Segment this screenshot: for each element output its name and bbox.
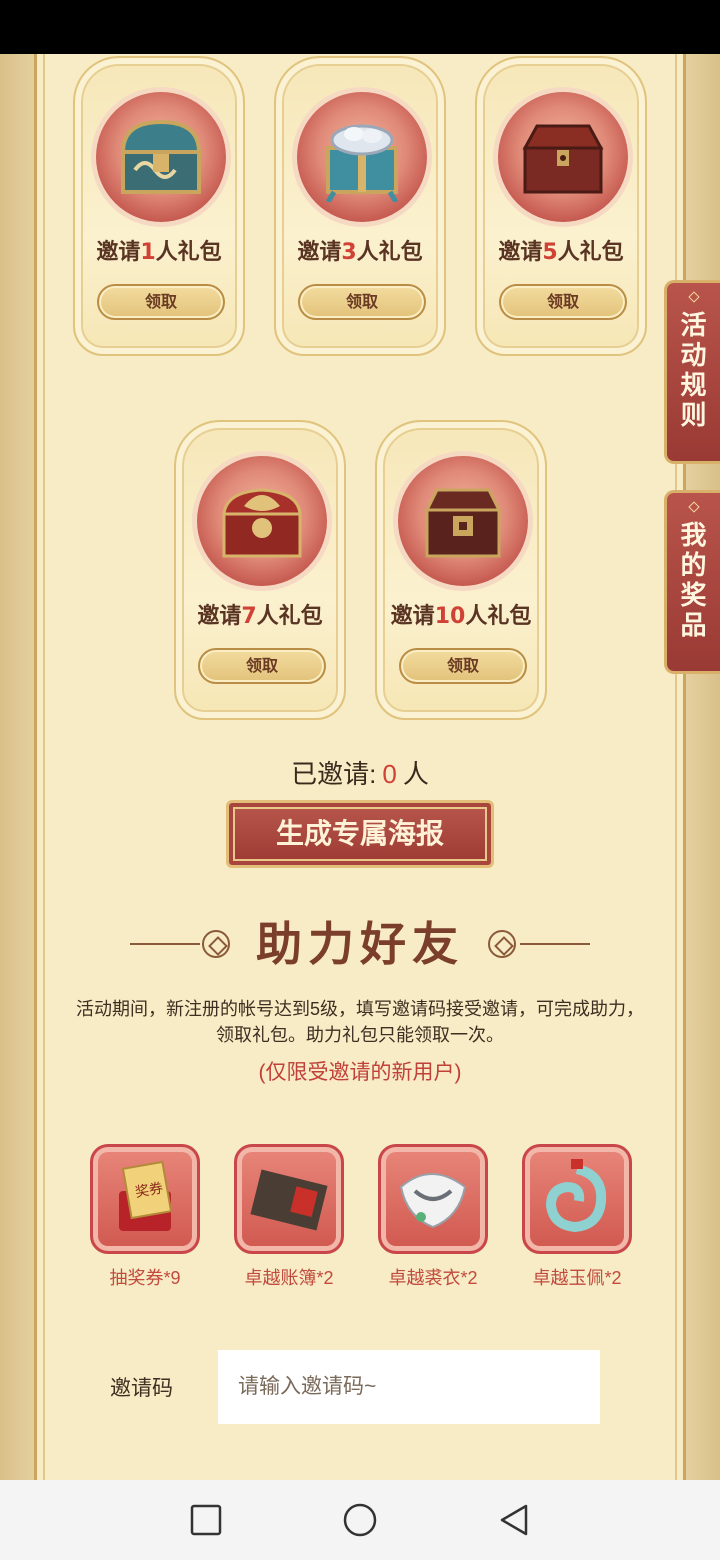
invited-unit: 人 — [402, 759, 429, 789]
my-prizes-label: 我的奖品 — [680, 521, 707, 641]
gift-label: 邀请3人礼包 — [297, 240, 423, 265]
gift-medal — [96, 92, 226, 222]
invite-code-input[interactable] — [218, 1350, 600, 1424]
reward-label: 卓越裘衣*2 — [388, 1268, 478, 1288]
section-header: 助力好友 — [0, 914, 720, 974]
gift-label: 邀请5人礼包 — [498, 240, 624, 265]
ledger-book-icon — [250, 1169, 328, 1231]
invited-count: 0 — [382, 759, 397, 789]
reward-label: 卓越玉佩*2 — [532, 1268, 622, 1288]
ornament-icon — [488, 930, 516, 958]
gift-medal — [197, 456, 327, 586]
invite-code-label: 邀请码 — [110, 1377, 173, 1400]
diamond-icon — [687, 291, 700, 303]
activity-page[interactable]: 邀请1人礼包 领取 邀请3人礼包 领取 邀请5人礼包 领取 邀请7人礼包 领取 … — [0, 54, 720, 1480]
reward-label: 抽奖券*9 — [109, 1268, 181, 1288]
gift-medal — [498, 92, 628, 222]
silver-gift-chest-icon — [325, 124, 399, 202]
gift-card-5: 邀请5人礼包 领取 — [475, 56, 647, 356]
reward-item — [234, 1144, 344, 1254]
gift-card-10: 邀请10人礼包 领取 — [375, 420, 547, 720]
lottery-ticket-icon: 奖券 — [119, 1160, 173, 1231]
section-description: 活动期间，新注册的帐号达到5级，填写邀请码接受邀请，可完成助力，领取礼包。助力礼… — [75, 999, 644, 1045]
my-prizes-tab[interactable]: 我的奖品 — [664, 490, 720, 674]
gift-medal — [398, 456, 528, 586]
reward-item — [522, 1144, 632, 1254]
section-note: (仅限受邀请的新用户) — [258, 1061, 462, 1084]
claim-button[interactable]: 领取 — [198, 648, 326, 684]
back-icon[interactable] — [494, 1500, 534, 1540]
gift-medal — [297, 92, 427, 222]
fur-coat-icon — [399, 1173, 467, 1229]
generate-poster-button[interactable]: 生成专属海报 — [226, 800, 494, 868]
gift-card-1: 邀请1人礼包 领取 — [73, 56, 245, 356]
claim-button[interactable]: 领取 — [399, 648, 527, 684]
title-line-left — [130, 943, 200, 945]
status-bar — [0, 0, 720, 54]
gift-label: 邀请7人礼包 — [197, 604, 323, 629]
navigation-bar — [0, 1480, 720, 1560]
gift-card-3: 邀请3人礼包 领取 — [274, 56, 446, 356]
claim-button[interactable]: 领取 — [298, 284, 426, 320]
dragon-chest-icon — [222, 488, 302, 558]
gift-label: 邀请10人礼包 — [390, 604, 532, 629]
section-title: 助力好友 — [256, 917, 464, 971]
wooden-chest-icon — [424, 488, 502, 558]
title-line-right — [520, 943, 590, 945]
ornament-icon — [202, 930, 230, 958]
claim-button[interactable]: 领取 — [499, 284, 627, 320]
activity-rules-tab[interactable]: 活动规则 — [664, 280, 720, 464]
activity-rules-label: 活动规则 — [680, 311, 707, 431]
gift-card-7: 邀请7人礼包 领取 — [174, 420, 346, 720]
gift-label: 邀请1人礼包 — [96, 240, 222, 265]
diamond-icon — [687, 501, 700, 513]
reward-item: 奖券 — [90, 1144, 200, 1254]
invited-count-row: 已邀请: 0 人 — [0, 754, 720, 791]
blue-chest-icon — [120, 119, 202, 194]
home-icon[interactable] — [340, 1500, 380, 1540]
invited-label: 已邀请: — [291, 759, 377, 789]
reward-label: 卓越账簿*2 — [244, 1268, 334, 1288]
jade-pendant-icon — [545, 1159, 607, 1233]
claim-button[interactable]: 领取 — [97, 284, 225, 320]
recent-apps-icon[interactable] — [186, 1500, 226, 1540]
reward-item — [378, 1144, 488, 1254]
red-chest-icon — [522, 124, 604, 194]
